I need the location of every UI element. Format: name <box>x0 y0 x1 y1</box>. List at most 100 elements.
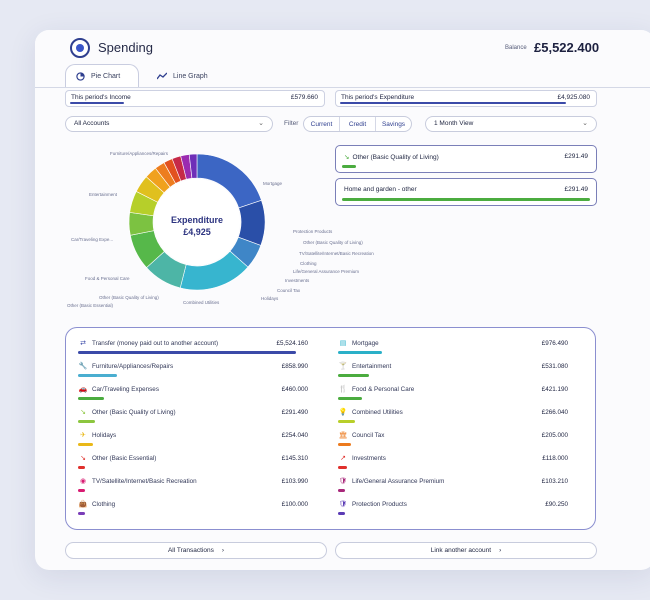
pie-label: Holidays <box>261 296 279 301</box>
pie-chart-icon <box>76 72 85 81</box>
filter-savings-button[interactable]: Savings <box>376 117 411 131</box>
pie-label: Clothing <box>300 261 317 266</box>
category-amount: £5,524.160 <box>276 340 308 347</box>
category-row[interactable]: ▤ Mortgage £976.490 <box>338 338 568 361</box>
category-column-right: ▤ Mortgage £976.490 🍸 Entertainment £531.080 🍴… <box>338 338 568 522</box>
selected-subcategory-card[interactable]: Home and garden - other £291.49 <box>335 178 597 206</box>
category-name: Life/General Assurance Premium <box>352 478 445 485</box>
category-name: Clothing <box>92 501 116 508</box>
tab-label: Pie Chart <box>91 73 121 80</box>
tab-line-graph[interactable]: Line Graph <box>147 64 227 88</box>
category-row[interactable]: ↗ Investments £118.000 <box>338 453 568 476</box>
income-summary: This period's Income £579.660 <box>65 90 325 107</box>
chevron-down-icon: ⌄ <box>582 120 588 127</box>
category-amount: £145.310 <box>281 455 308 462</box>
category-row[interactable]: 👜 Clothing £100.000 <box>78 499 308 522</box>
category-row[interactable]: ↘ Other (Basic Quality of Living) £291.490 <box>78 407 308 430</box>
category-bar <box>338 351 382 354</box>
selected-category-value: £291.49 <box>564 153 589 160</box>
category-name: Other (Basic Essential) <box>92 455 157 462</box>
category-bar <box>78 512 85 515</box>
pie-label: Furniture/Appliances/Repairs <box>110 151 169 156</box>
selected-category-bar <box>342 165 356 168</box>
category-name: Other (Basic Quality of Living) <box>92 409 176 416</box>
category-row[interactable]: 🛡 Protection Products £90.250 <box>338 499 568 522</box>
income-value: £579.660 <box>290 94 318 101</box>
category-row[interactable]: 🏛 Council Tax £205.000 <box>338 430 568 453</box>
category-name: Car/Traveling Expenses <box>92 386 159 393</box>
pie-label: Food & Personal Care <box>85 276 130 281</box>
category-row[interactable]: ✈ Holidays £254.040 <box>78 430 308 453</box>
category-row[interactable]: ↘ Other (Basic Essential) £145.310 <box>78 453 308 476</box>
category-icon: 🛡 <box>338 478 348 485</box>
category-name: Transfer (money paid out to another acco… <box>92 340 219 347</box>
category-bar <box>78 489 85 492</box>
app-logo-icon <box>70 38 90 58</box>
income-label: This period's Income <box>71 94 131 101</box>
spending-panel: Spending Balance £5,522.400 Pie Chart Li… <box>35 30 650 570</box>
category-bar <box>78 466 85 469</box>
expenditure-donut-chart: Expenditure £4,925 Furniture/Appliances/… <box>65 145 374 320</box>
category-amount: £531.080 <box>541 363 568 370</box>
pie-label: Other (Basic Essential) <box>67 303 114 308</box>
view-select[interactable]: 1 Month View ⌄ <box>425 116 597 132</box>
link-account-button[interactable]: Link another account › <box>335 542 597 559</box>
category-name: Food & Personal Care <box>352 386 415 393</box>
selected-subcategory-value: £291.49 <box>564 186 589 193</box>
filter-label: Filter <box>284 120 299 127</box>
category-row[interactable]: 🛡 Life/General Assurance Premium £103.210 <box>338 476 568 499</box>
category-amount: £205.000 <box>541 432 568 439</box>
category-icon: 🏛 <box>338 432 348 439</box>
category-amount: £976.490 <box>541 340 568 347</box>
category-bar <box>78 374 118 377</box>
category-row[interactable]: 🚗 Car/Traveling Expenses £460.000 <box>78 384 308 407</box>
category-icon: 🚗 <box>78 386 88 393</box>
category-icon: ⇄ <box>80 340 86 347</box>
filter-credit-button[interactable]: Credit <box>340 117 376 131</box>
category-icon: ↗ <box>340 455 346 462</box>
selected-subcategory-bar <box>342 198 590 201</box>
selected-subcategory-label: Home and garden - other <box>344 186 417 193</box>
category-row[interactable]: 🍸 Entertainment £531.080 <box>338 361 568 384</box>
pie-label: Life/General Assurance Premium <box>293 269 360 274</box>
category-name: Mortgage <box>352 340 379 347</box>
pie-label: Car/Traveling Expe... <box>71 237 114 242</box>
tab-pie-chart[interactable]: Pie Chart <box>65 64 139 88</box>
expenditure-summary: This period's Expenditure £4,925.080 <box>335 90 597 107</box>
category-name: Combined Utilities <box>352 409 403 416</box>
donut-center-value: £4,925 <box>183 227 211 237</box>
category-bar <box>78 351 296 354</box>
category-bar <box>78 443 94 446</box>
category-icon: 🛡 <box>338 501 348 508</box>
category-row[interactable]: ◉ TV/Satellite/Internet/Basic Recreation £… <box>78 476 308 499</box>
view-select-value: 1 Month View <box>434 120 474 127</box>
category-amount: £118.000 <box>542 455 568 462</box>
category-amount: £90.250 <box>545 501 568 508</box>
pie-label: Entertainment <box>89 192 118 197</box>
category-name: Furniture/Appliances/Repairs <box>92 363 174 370</box>
category-name: TV/Satellite/Internet/Basic Recreation <box>92 478 197 485</box>
chevron-right-icon: › <box>499 547 502 554</box>
category-row[interactable]: 🍴 Food & Personal Care £421.190 <box>338 384 568 407</box>
category-bar <box>338 420 356 423</box>
link-account-label: Link another account <box>430 547 492 554</box>
pie-label: Other (Basic Quality of Living) <box>303 240 363 245</box>
balance-label: Balance <box>505 45 527 51</box>
tab-divider <box>35 87 650 88</box>
category-icon: 🍸 <box>338 363 348 370</box>
category-bar <box>338 489 345 492</box>
category-row[interactable]: 🔧 Furniture/Appliances/Repairs £858.990 <box>78 361 308 384</box>
pie-label: Other (Basic Quality of Living) <box>99 295 159 300</box>
all-transactions-label: All Transactions <box>167 547 214 554</box>
filter-current-button[interactable]: Current <box>304 117 340 131</box>
category-amount: £460.000 <box>281 386 308 393</box>
account-type-filter: Current Credit Savings <box>303 116 412 132</box>
category-row[interactable]: ⇄ Transfer (money paid out to another acc… <box>78 338 308 361</box>
category-row[interactable]: 💡 Combined Utilities £266.040 <box>338 407 568 430</box>
all-transactions-button[interactable]: All Transactions › <box>65 542 327 559</box>
category-name: Entertainment <box>352 363 392 370</box>
category-amount: £103.210 <box>541 478 568 485</box>
category-bar <box>338 443 352 446</box>
selected-category-card[interactable]: ↘ Other (Basic Quality of Living) £291.4… <box>335 145 597 173</box>
accounts-select[interactable]: All Accounts ⌄ <box>65 116 273 132</box>
